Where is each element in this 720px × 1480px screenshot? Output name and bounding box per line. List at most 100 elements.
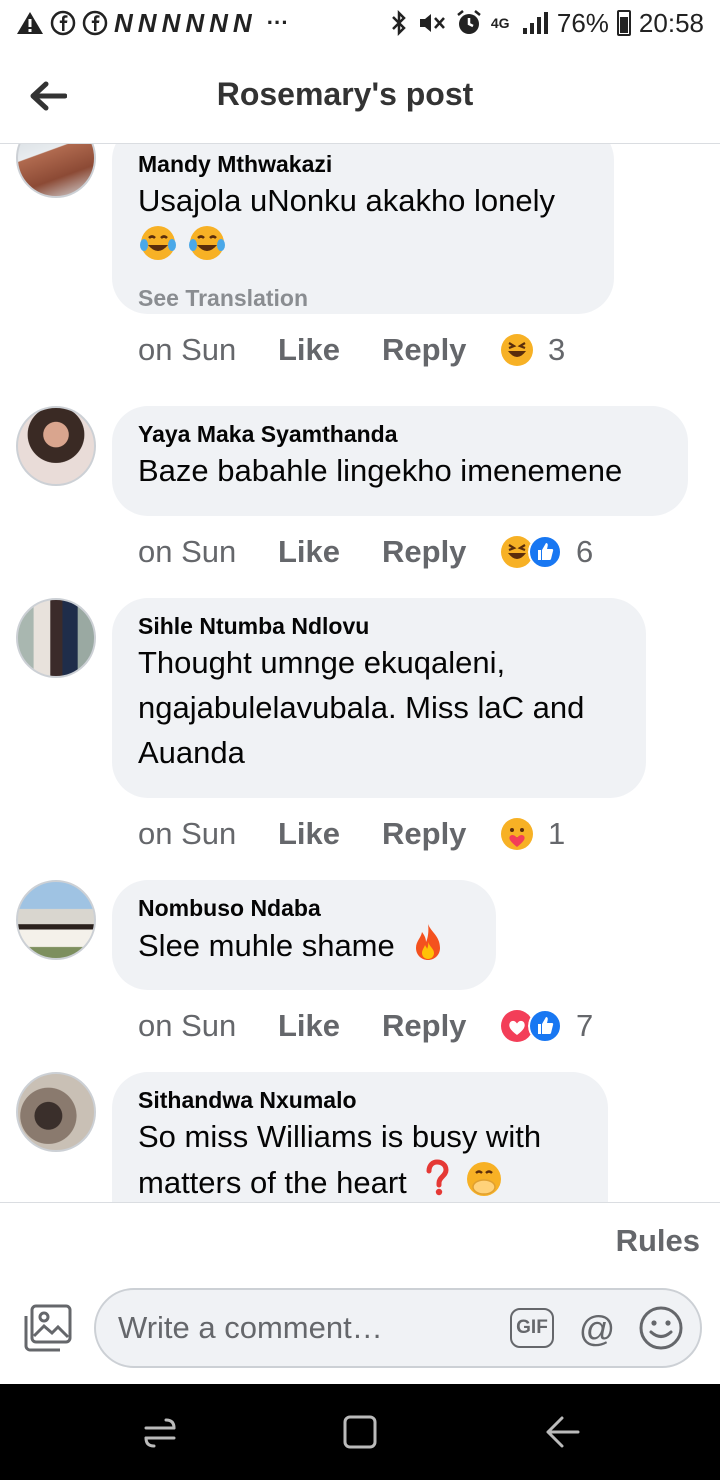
- comment-text: So miss Williams is busy with matters of…: [138, 1114, 582, 1202]
- n-icon: N: [185, 8, 204, 38]
- comment-text-line: ngajabulelavubala. Miss laC and: [138, 690, 585, 725]
- comment-bubble[interactable]: Mandy Mthwakazi Usajola uNonku akakho lo…: [112, 144, 614, 314]
- clock: 20:58: [638, 8, 704, 38]
- comment-list[interactable]: Mandy Mthwakazi Usajola uNonku akakho lo…: [0, 144, 720, 1202]
- like-button[interactable]: Like: [278, 332, 382, 368]
- alarm-icon: [457, 10, 481, 34]
- comment-author[interactable]: Sihle Ntumba Ndlovu: [138, 612, 620, 640]
- reaction-summary[interactable]: [500, 333, 534, 367]
- reaction-count[interactable]: 6: [576, 534, 593, 570]
- care-reaction-icon: [501, 818, 533, 850]
- comment-bubble[interactable]: Sithandwa Nxumalo So miss Williams is bu…: [112, 1072, 608, 1202]
- reaction-count[interactable]: 7: [576, 1008, 593, 1044]
- comment-time: on Sun: [138, 332, 237, 367]
- comment-bubble[interactable]: Yaya Maka Syamthanda Baze babahle lingek…: [112, 406, 688, 516]
- comment-composer: Write a comment… GIF @: [0, 1278, 720, 1384]
- n-icon: N: [232, 8, 252, 38]
- network-type: 4G: [490, 15, 510, 31]
- comment-text: Slee muhle shame: [138, 922, 470, 968]
- mute-icon: [419, 14, 445, 32]
- reply-button[interactable]: Reply: [382, 1008, 486, 1044]
- comment-text-content: matters of the heart: [138, 1165, 407, 1200]
- like-button[interactable]: Like: [278, 534, 382, 570]
- n-icon: N: [209, 8, 228, 38]
- comment-actions: on Sun Like Reply 1: [138, 814, 565, 854]
- comment-text-line-2: matters of the heart: [138, 1159, 582, 1202]
- recent-apps-icon: [144, 1418, 176, 1448]
- facebook-icon: [82, 10, 108, 36]
- comment-time: on Sun: [138, 1008, 237, 1043]
- like-button[interactable]: Like: [278, 816, 382, 852]
- rules-bar: Rules: [0, 1202, 720, 1278]
- reply-button[interactable]: Reply: [382, 332, 486, 368]
- comment-input-placeholder: Write a comment…: [118, 1310, 383, 1345]
- n-icon: N: [137, 8, 157, 38]
- comment-author[interactable]: Sithandwa Nxumalo: [138, 1086, 582, 1114]
- system-nav-bar: [0, 1384, 720, 1480]
- warning-icon: [17, 12, 43, 34]
- like-reaction-icon: [528, 1009, 562, 1043]
- reply-button[interactable]: Reply: [382, 534, 486, 570]
- tears-of-joy-emoji-icon: [188, 226, 225, 260]
- comment-text-line: Auanda: [138, 735, 245, 770]
- question-mark-emoji-icon: [426, 1159, 449, 1196]
- reaction-summary[interactable]: [500, 1009, 562, 1043]
- signal-icon: [522, 12, 548, 34]
- haha-reaction-icon: [501, 334, 533, 366]
- reaction-summary[interactable]: [500, 817, 534, 851]
- avatar[interactable]: [16, 406, 96, 486]
- photo-button[interactable]: [22, 1302, 74, 1354]
- reaction-count[interactable]: 1: [548, 816, 565, 852]
- avatar[interactable]: [16, 1072, 96, 1152]
- comment-actions: on Sun Like Reply 7: [138, 1006, 593, 1046]
- comment-text-content: Slee muhle shame: [138, 928, 395, 963]
- comment-time: on Sun: [138, 534, 237, 569]
- comment-author[interactable]: Yaya Maka Syamthanda: [138, 420, 662, 448]
- mention-button[interactable]: @: [574, 1306, 620, 1352]
- comment-actions: on Sun Like Reply 3: [138, 330, 565, 370]
- comment-bubble[interactable]: Sihle Ntumba Ndlovu Thought umnge ekuqal…: [112, 598, 646, 798]
- comment-bubble[interactable]: Nombuso Ndaba Slee muhle shame: [112, 880, 496, 990]
- bluetooth-icon: [391, 9, 406, 37]
- battery-percent: 76%: [556, 8, 609, 38]
- gif-button[interactable]: GIF: [510, 1308, 554, 1348]
- comment-text-line: Thought umnge ekuqaleni,: [138, 645, 506, 680]
- battery-icon: [616, 10, 631, 36]
- avatar[interactable]: [16, 144, 96, 198]
- reply-button[interactable]: Reply: [382, 816, 486, 852]
- status-left-icons: N N N N N N ···: [16, 8, 289, 38]
- comment-text-content: Usajola uNonku akakho lonely: [138, 183, 556, 218]
- recent-apps-button[interactable]: [140, 1412, 180, 1452]
- smiley-icon: [639, 1306, 683, 1350]
- avatar[interactable]: [16, 598, 96, 678]
- facebook-icon: [50, 10, 76, 36]
- comment-time: on Sun: [138, 816, 237, 851]
- comment-text-line: So miss Williams is busy with: [138, 1119, 542, 1154]
- fire-emoji-icon: [416, 924, 441, 960]
- page-title: Rosemary's post: [216, 76, 474, 112]
- avatar[interactable]: [16, 880, 96, 960]
- comment-text: Baze babahle lingekho imenemene: [138, 453, 623, 488]
- photo-icon: [24, 1304, 72, 1352]
- comment-text: Usajola uNonku akakho lonely: [138, 178, 588, 275]
- back-nav-button[interactable]: [542, 1412, 582, 1452]
- home-button[interactable]: [340, 1412, 380, 1452]
- comment-input[interactable]: Write a comment… GIF @: [94, 1288, 702, 1368]
- back-nav-icon: [546, 1416, 580, 1448]
- comment-author[interactable]: Nombuso Ndaba: [138, 894, 470, 922]
- comment-author[interactable]: Mandy Mthwakazi: [138, 150, 588, 178]
- comment-actions: on Sun Like Reply 6: [138, 532, 593, 572]
- like-button[interactable]: Like: [278, 1008, 382, 1044]
- like-reaction-icon: [528, 535, 562, 569]
- n-icon: N: [114, 8, 133, 38]
- tears-of-joy-emoji-icon: [140, 226, 176, 260]
- see-translation-link[interactable]: See Translation: [138, 283, 588, 313]
- n-icon: N: [161, 8, 181, 38]
- emoji-button[interactable]: [638, 1305, 684, 1351]
- reaction-count[interactable]: 3: [548, 332, 565, 368]
- reaction-summary[interactable]: [500, 535, 562, 569]
- rules-link[interactable]: Rules: [616, 1223, 700, 1259]
- home-icon: [343, 1415, 377, 1449]
- more-icon: ···: [266, 10, 289, 35]
- comment-text: Thought umnge ekuqaleni, ngajabulelavuba…: [138, 640, 620, 775]
